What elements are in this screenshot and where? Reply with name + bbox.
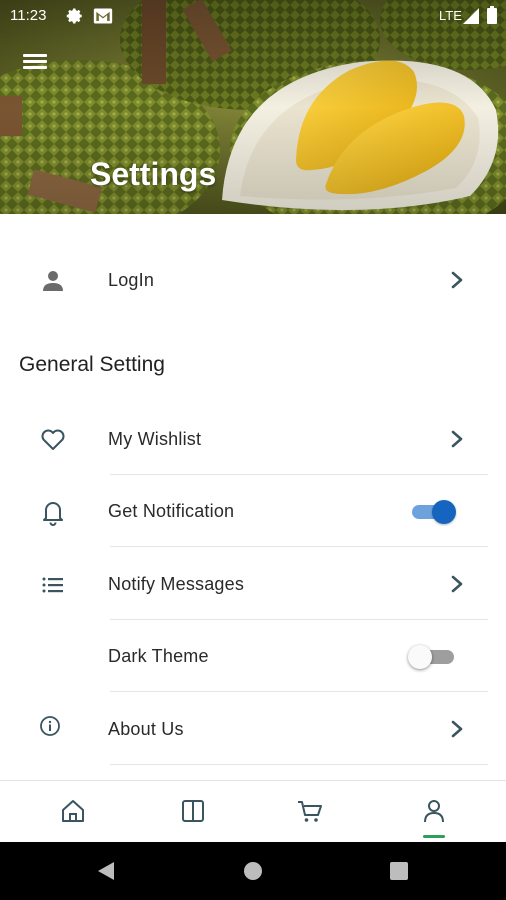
nav-cart[interactable]	[290, 793, 330, 833]
person-icon	[424, 800, 444, 823]
header-banner: 11:23 LTE Settings	[0, 0, 506, 214]
chevron-right-icon	[451, 271, 463, 289]
person-icon	[43, 271, 63, 291]
notify-messages-label: Notify Messages	[108, 574, 245, 594]
gmail-icon	[93, 8, 113, 24]
moon-icon	[50, 646, 61, 668]
chevron-right-icon	[451, 575, 463, 593]
settings-gear-icon	[66, 8, 82, 24]
status-bar: 11:23 LTE	[0, 0, 506, 32]
dark-theme-label: Dark Theme	[108, 646, 209, 666]
my-wishlist-row[interactable]: My Wishlist	[0, 403, 506, 475]
get-notification-row[interactable]: Get Notification	[0, 475, 506, 547]
cart-icon	[298, 801, 322, 822]
network-type: LTE	[439, 8, 462, 23]
home-icon	[62, 800, 84, 822]
bottom-navigation	[0, 780, 506, 842]
chevron-right-icon	[451, 430, 463, 448]
recents-square-icon[interactable]	[390, 862, 408, 880]
nav-profile[interactable]	[414, 793, 454, 838]
battery-icon	[487, 6, 497, 24]
page-title: Settings	[90, 156, 217, 192]
get-notification-label: Get Notification	[108, 501, 235, 521]
dark-theme-toggle[interactable]	[408, 642, 458, 672]
divider	[110, 764, 488, 765]
status-time: 11:23	[10, 7, 47, 24]
hamburger-menu-icon[interactable]	[20, 52, 50, 76]
my-wishlist-label: My Wishlist	[108, 429, 202, 449]
list-icon	[42, 577, 63, 593]
home-circle-icon[interactable]	[243, 861, 263, 881]
notification-toggle[interactable]	[408, 497, 458, 527]
system-navigation-bar	[0, 842, 506, 900]
durian-banner-image	[0, 0, 506, 214]
book-icon	[182, 800, 204, 822]
info-icon	[40, 716, 60, 736]
notify-messages-row[interactable]: Notify Messages	[0, 548, 506, 620]
heart-icon	[41, 429, 65, 450]
signal-icon	[463, 8, 479, 24]
back-icon[interactable]	[96, 861, 116, 881]
toggle-knob	[432, 500, 456, 524]
toggle-knob	[408, 645, 432, 669]
nav-catalog[interactable]	[173, 793, 213, 833]
dark-theme-row[interactable]: Dark Theme	[0, 620, 506, 692]
login-row[interactable]: LogIn	[0, 244, 506, 316]
nav-home[interactable]	[53, 793, 93, 833]
section-title-general: General Setting	[19, 353, 165, 376]
bell-icon	[43, 502, 63, 526]
divider	[110, 691, 488, 692]
active-tab-indicator	[423, 835, 445, 838]
chevron-right-icon	[451, 720, 463, 738]
about-us-row[interactable]: About Us	[0, 693, 506, 765]
login-label: LogIn	[108, 270, 155, 290]
divider	[110, 546, 488, 547]
about-us-label: About Us	[108, 719, 184, 739]
